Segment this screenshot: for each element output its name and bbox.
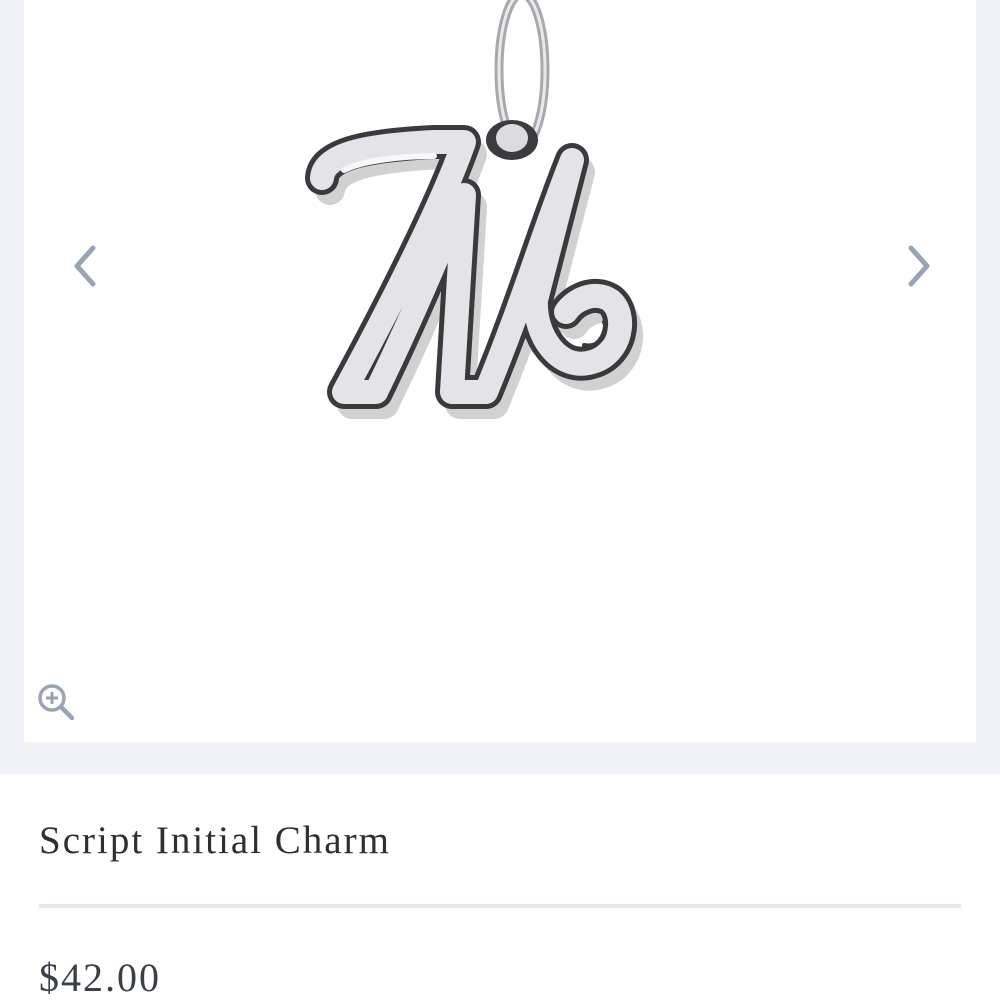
zoom-in-icon	[38, 684, 75, 721]
product-title: Script Initial Charm	[39, 819, 391, 862]
chevron-left-icon	[74, 245, 96, 287]
product-image-gallery	[24, 0, 976, 742]
product-info: Script Initial Charm $42.00	[0, 774, 1000, 1000]
next-image-button[interactable]	[888, 236, 948, 296]
previous-image-button[interactable]	[56, 236, 116, 296]
product-price: $42.00	[39, 955, 161, 1000]
product-page: Script Initial Charm $42.00	[0, 0, 1000, 1000]
zoom-button[interactable]	[34, 680, 78, 724]
product-image	[305, 0, 644, 419]
chevron-right-icon	[908, 245, 930, 287]
divider	[39, 904, 961, 908]
